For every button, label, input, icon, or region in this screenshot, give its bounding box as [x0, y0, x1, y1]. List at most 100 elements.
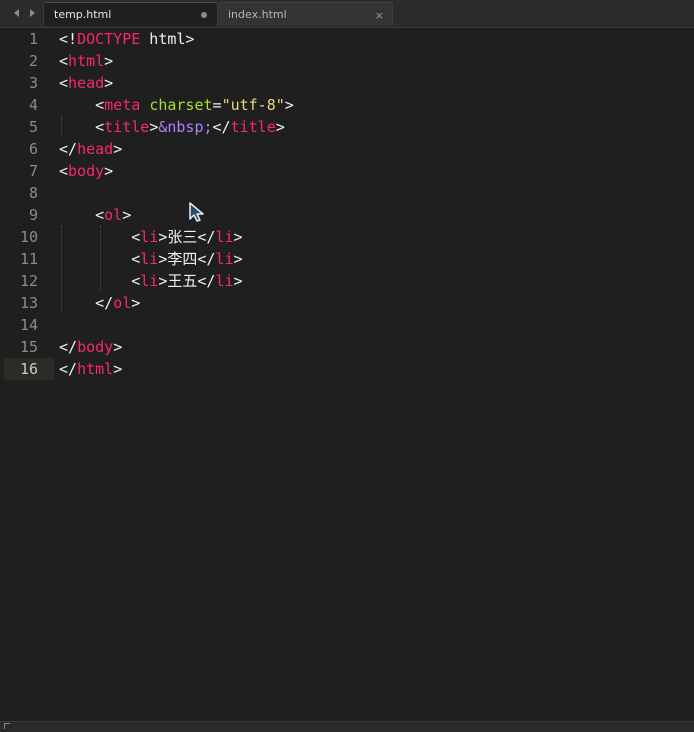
- tab-index-html[interactable]: index.html ×: [218, 2, 393, 26]
- code-line[interactable]: </head>: [59, 138, 122, 160]
- code-token: >: [113, 140, 123, 158]
- indent-guide: [100, 226, 101, 292]
- code-token: charset: [149, 96, 213, 114]
- code-token: >: [233, 272, 243, 290]
- line-number: 10: [19, 228, 38, 246]
- line-number: 15: [19, 338, 38, 356]
- code-token: html>: [140, 30, 195, 48]
- code-token: html: [77, 360, 114, 378]
- line-number: 16: [19, 360, 38, 378]
- line-number: 6: [28, 140, 38, 158]
- line-number: 1: [28, 30, 38, 48]
- code-token: </: [212, 118, 231, 136]
- code-editor[interactable]: 1 2 3 4 5 6 7 8 9 10 11 12 13 14 15 16 <!DOCTYPE html> <…: [0, 28, 694, 721]
- code-token: title: [230, 118, 276, 136]
- code-token: </: [59, 360, 78, 378]
- code-line[interactable]: <meta charset="utf-8">: [59, 94, 294, 116]
- code-token: li: [215, 228, 234, 246]
- line-number: 11: [19, 250, 38, 268]
- code-token: >: [104, 162, 114, 180]
- line-number: 5: [28, 118, 38, 136]
- code-token: >: [104, 74, 114, 92]
- code-token: >李四</: [158, 250, 216, 268]
- line-number: 12: [19, 272, 38, 290]
- code-token: li: [215, 250, 234, 268]
- code-token: >: [113, 338, 123, 356]
- code-token: body: [68, 162, 105, 180]
- code-token: </: [59, 294, 114, 312]
- status-bar: [0, 721, 694, 732]
- line-number: 2: [28, 52, 38, 70]
- arrow-left-icon[interactable]: [10, 7, 22, 19]
- mouse-pointer-icon: [189, 202, 204, 222]
- code-token: &nbsp;: [158, 118, 213, 136]
- code-token: >: [233, 250, 243, 268]
- code-token: DOCTYPE: [77, 30, 141, 48]
- line-number: 4: [28, 96, 38, 114]
- code-line[interactable]: <head>: [59, 72, 113, 94]
- line-number: 9: [28, 206, 38, 224]
- tab-label: temp.html: [54, 8, 112, 21]
- tab-bar: temp.html index.html ×: [0, 0, 694, 28]
- code-token: "utf-8": [221, 96, 285, 114]
- editor-window: temp.html index.html × 1 2 3 4 5 6 7 8 9 10 11 12 13…: [0, 0, 694, 732]
- code-line[interactable]: <ol>: [59, 204, 131, 226]
- code-token: li: [215, 272, 234, 290]
- code-token: >: [113, 360, 123, 378]
- code-token: >: [122, 206, 132, 224]
- code-token: <!: [59, 30, 78, 48]
- code-token: li: [140, 272, 159, 290]
- code-token: >: [284, 96, 294, 114]
- tab-temp-html[interactable]: temp.html: [43, 2, 218, 26]
- code-token: >王五</: [158, 272, 216, 290]
- code-token: li: [140, 250, 159, 268]
- code-line[interactable]: <html>: [59, 50, 113, 72]
- indent-guide: [61, 226, 62, 314]
- indent-guide: [61, 116, 62, 138]
- code-line[interactable]: </body>: [59, 336, 122, 358]
- code-token: li: [140, 228, 159, 246]
- code-token: <: [59, 96, 105, 114]
- code-token: ol: [113, 294, 132, 312]
- code-token: </: [59, 140, 78, 158]
- arrow-right-icon[interactable]: [26, 7, 38, 19]
- code-token: >: [131, 294, 141, 312]
- code-line[interactable]: </ol>: [59, 292, 140, 314]
- code-token: >: [149, 118, 159, 136]
- code-token: <: [59, 52, 69, 70]
- code-token: <: [59, 118, 105, 136]
- corner-icon: [4, 723, 10, 729]
- code-token: ol: [104, 206, 123, 224]
- line-number: 14: [19, 316, 38, 334]
- tab-label: index.html: [228, 8, 287, 21]
- code-line[interactable]: <li>王五</li>: [59, 270, 243, 292]
- close-icon[interactable]: ×: [375, 4, 384, 27]
- code-line[interactable]: <body>: [59, 160, 113, 182]
- code-line[interactable]: <!DOCTYPE html>: [59, 28, 194, 50]
- code-token: =: [212, 96, 222, 114]
- line-number: 3: [28, 74, 38, 92]
- code-token: <: [59, 162, 69, 180]
- unsaved-dot-icon[interactable]: [201, 12, 207, 18]
- code-token: head: [68, 74, 105, 92]
- code-token: <: [59, 74, 69, 92]
- line-number: 7: [28, 162, 38, 180]
- code-token: body: [77, 338, 114, 356]
- code-token: >: [104, 52, 114, 70]
- code-token: title: [104, 118, 150, 136]
- code-token: >: [275, 118, 285, 136]
- code-line[interactable]: <li>张三</li>: [59, 226, 243, 248]
- code-token: </: [59, 338, 78, 356]
- line-number: 13: [19, 294, 38, 312]
- code-line[interactable]: <li>李四</li>: [59, 248, 243, 270]
- code-token: html: [68, 52, 105, 70]
- code-token: <: [59, 206, 105, 224]
- code-token: head: [77, 140, 114, 158]
- code-token: >: [233, 228, 243, 246]
- code-line[interactable]: </html>: [59, 358, 122, 380]
- code-token: meta: [104, 96, 141, 114]
- line-number: 8: [28, 184, 38, 202]
- code-token: >张三</: [158, 228, 216, 246]
- code-line[interactable]: <title>&nbsp;</title>: [59, 116, 285, 138]
